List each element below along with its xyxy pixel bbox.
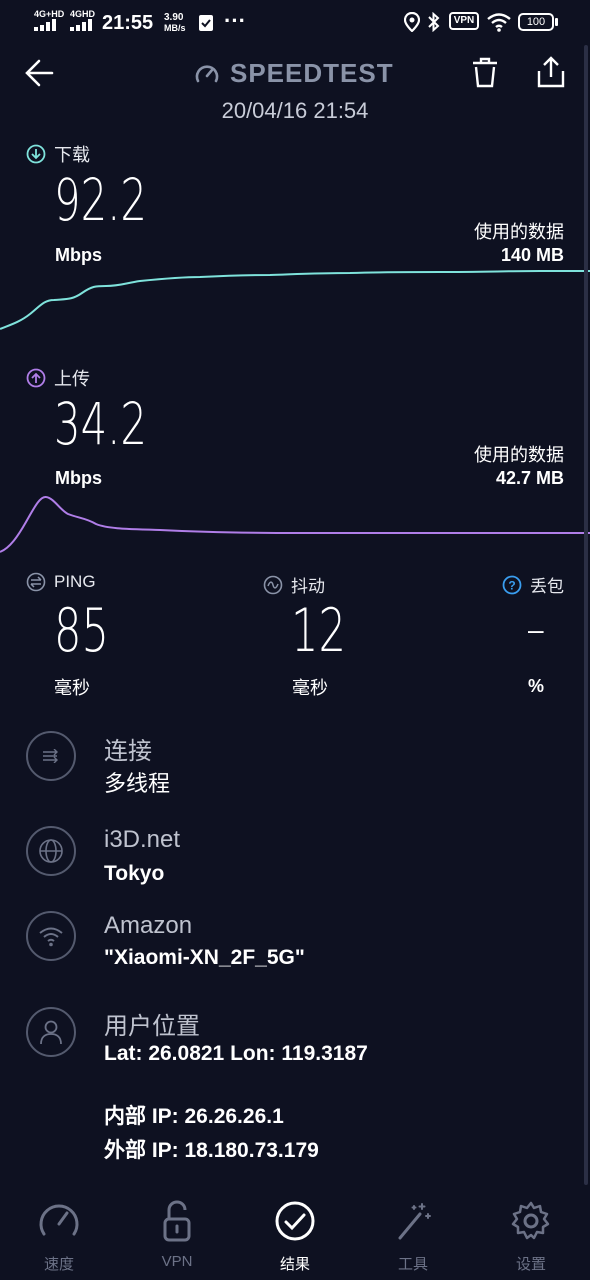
svg-text:?: ? — [508, 578, 515, 592]
download-graph — [0, 270, 590, 330]
nav-speed-label: 速度 — [43, 1256, 74, 1273]
download-value: 92.2 — [54, 166, 147, 234]
upload-data-label: 使用的数据 — [474, 445, 564, 465]
loss-label-row: ? 丢包 — [502, 572, 564, 597]
battery-icon: 100 — [518, 13, 554, 31]
net-speed: 3.90 MB/s — [164, 12, 186, 33]
jitter-wave-icon — [263, 575, 283, 594]
nav-settings[interactable]: 设置 — [472, 1190, 590, 1280]
net-speed-value: 3.90 — [164, 12, 184, 23]
download-label-row: 下载 — [26, 141, 90, 167]
globe-icon — [39, 839, 63, 863]
upload-data-value: 42.7 MB — [495, 468, 564, 488]
trash-icon[interactable] — [470, 57, 500, 89]
location-coords: Lat: 26.0821 Lon: 119.3187 — [104, 1042, 368, 1065]
nav-vpn-label: VPN — [161, 1253, 193, 1270]
location-pin-icon — [404, 12, 420, 32]
scrollbar[interactable] — [584, 45, 588, 1185]
server-icon — [26, 826, 76, 876]
loss-unit: % — [528, 676, 545, 696]
signal-bars-icon — [70, 19, 92, 31]
upload-label: 上传 — [54, 369, 90, 389]
app-title: SPEEDTEST — [230, 58, 394, 88]
download-arrow-icon — [26, 144, 46, 164]
jitter-unit: 毫秒 — [292, 678, 328, 698]
nav-results[interactable]: 结果 — [236, 1190, 354, 1280]
ping-icon — [26, 572, 46, 592]
status-bar: 4G+HD 4GHD 21:55 3.90 MB/s ··· VPN 100 — [0, 0, 590, 44]
gear-icon — [511, 1201, 550, 1240]
signal-2: 4GHD — [70, 10, 98, 31]
nav-settings-label: 设置 — [515, 1256, 546, 1273]
connection-icon — [26, 731, 76, 781]
check-circle-icon — [275, 1201, 315, 1241]
server-title: i3D.net — [104, 826, 181, 853]
wifi-icon — [39, 927, 63, 947]
connection-value: 多线程 — [104, 771, 171, 796]
app-header: SPEEDTEST — [194, 58, 394, 89]
provider-icon — [26, 911, 76, 961]
location-title: 用户位置 — [104, 1013, 200, 1040]
multi-arrow-icon — [43, 749, 58, 763]
upload-label-row: 上传 — [26, 365, 90, 391]
ping-value: 85 — [54, 596, 109, 666]
jitter-value: 12 — [291, 596, 346, 666]
nav-speed[interactable]: 速度 — [0, 1190, 118, 1280]
battery-level: 100 — [521, 16, 551, 28]
bottom-nav: 速度 VPN 结果 工具 设置 — [0, 1190, 590, 1280]
provider-title: Amazon — [104, 912, 193, 939]
location-icon — [26, 1007, 76, 1057]
signal-1: 4G+HD — [34, 10, 64, 31]
nav-results-label: 结果 — [279, 1256, 310, 1273]
help-question-icon[interactable]: ? — [502, 575, 522, 595]
download-label: 下载 — [54, 145, 90, 165]
ping-label: PING — [54, 572, 96, 591]
speedometer-icon — [39, 1204, 79, 1236]
back-arrow-icon[interactable] — [24, 58, 56, 88]
ping-unit: 毫秒 — [54, 678, 90, 698]
speedometer-icon — [195, 64, 219, 82]
download-data-label: 使用的数据 — [474, 222, 564, 242]
vpn-badge: VPN — [449, 12, 479, 30]
bluetooth-icon — [428, 12, 440, 32]
signal-2-tag: 4GHD — [70, 9, 96, 19]
nav-tools-label: 工具 — [397, 1256, 428, 1273]
loss-label: 丢包 — [530, 577, 564, 596]
server-location: Tokyo — [104, 862, 165, 885]
external-ip: 外部 IP: 18.180.73.179 — [104, 1139, 319, 1162]
upload-arrow-icon — [26, 368, 46, 388]
more-dots: ··· — [224, 8, 246, 33]
signal-1-tag: 4G+HD — [34, 9, 65, 19]
upload-value: 34.2 — [54, 390, 147, 458]
internal-ip: 内部 IP: 26.26.26.1 — [104, 1105, 284, 1128]
test-date: 20/04/16 21:54 — [221, 98, 369, 123]
unlock-icon — [163, 1200, 191, 1242]
connection-title: 连接 — [104, 738, 152, 765]
user-icon — [40, 1020, 62, 1045]
download-graph-line — [0, 270, 590, 330]
battery-tip — [555, 18, 558, 26]
upload-graph — [0, 496, 590, 553]
jitter-label: 抖动 — [291, 577, 325, 596]
share-icon[interactable] — [536, 55, 566, 89]
nav-vpn[interactable]: VPN — [118, 1190, 236, 1280]
nav-tools[interactable]: 工具 — [354, 1190, 472, 1280]
provider-network: "Xiaomi-XN_2F_5G" — [104, 946, 305, 969]
loss-value: – — [528, 614, 544, 645]
upload-graph-line — [0, 496, 590, 553]
status-time: 21:55 — [102, 12, 154, 34]
signal-bars-icon — [34, 19, 56, 31]
magic-wand-icon — [398, 1203, 431, 1240]
net-speed-unit: MB/s — [164, 23, 186, 33]
upload-unit: Mbps — [55, 468, 102, 488]
clipboard-check-icon — [199, 15, 213, 31]
ping-label-row: PING — [26, 572, 96, 592]
jitter-label-row: 抖动 — [263, 572, 325, 597]
wifi-icon — [487, 13, 511, 32]
